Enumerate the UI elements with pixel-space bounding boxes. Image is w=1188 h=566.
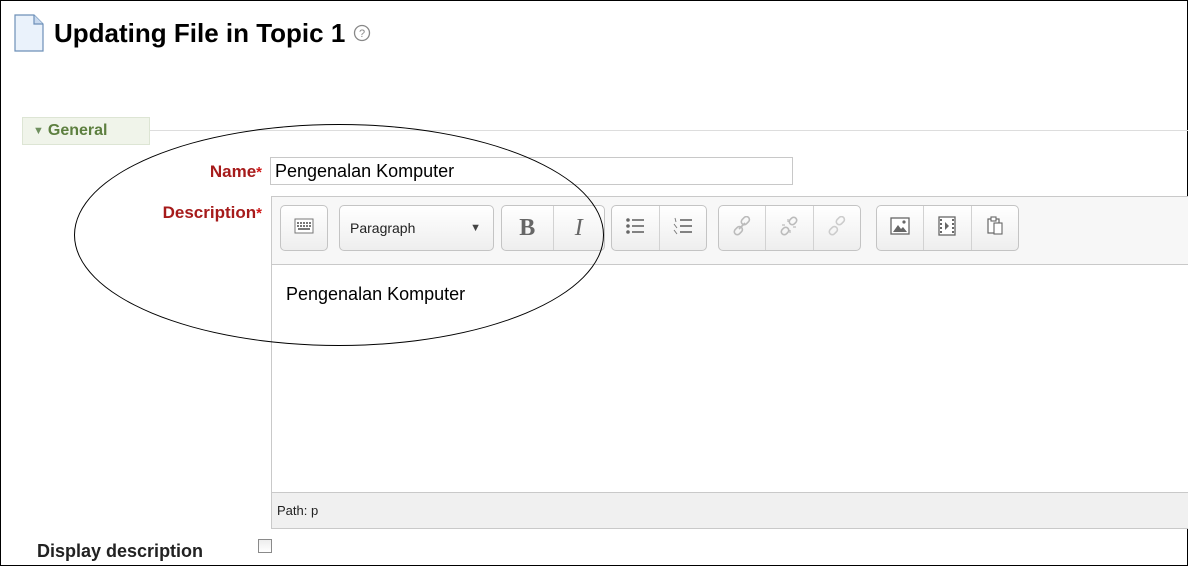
unordered-list-button[interactable] bbox=[612, 206, 659, 250]
ordered-list-button[interactable] bbox=[658, 206, 707, 250]
ordered-list-icon bbox=[673, 217, 693, 240]
editor-content[interactable]: Pengenalan Komputer bbox=[286, 284, 465, 305]
bold-icon: B bbox=[519, 214, 536, 241]
name-input[interactable] bbox=[270, 157, 793, 185]
toolbar-group-toggle bbox=[280, 205, 328, 251]
toggle-toolbar-icon bbox=[294, 218, 314, 239]
section-general-toggle[interactable]: ▼ General bbox=[22, 117, 150, 145]
image-icon bbox=[890, 216, 910, 240]
unlink-button[interactable] bbox=[765, 206, 812, 250]
paragraph-select-value: Paragraph bbox=[350, 220, 416, 236]
unlink-icon bbox=[779, 215, 799, 241]
toolbar-group-insert bbox=[876, 205, 1019, 251]
name-label-text: Name bbox=[209, 162, 257, 181]
paragraph-select-button[interactable]: Paragraph ▼ bbox=[340, 206, 493, 250]
description-label-text: Description bbox=[162, 203, 257, 222]
section-general-label: General bbox=[47, 122, 108, 139]
file-icon bbox=[14, 14, 44, 52]
required-mark: * bbox=[256, 164, 262, 181]
paragraph-format-select[interactable]: Paragraph ▼ bbox=[339, 205, 494, 251]
required-mark: * bbox=[256, 205, 262, 222]
help-icon[interactable]: ? bbox=[353, 24, 371, 42]
display-description-label: Display description bbox=[37, 541, 204, 561]
editor-path-bar: Path: p bbox=[272, 492, 1188, 528]
unordered-list-icon bbox=[625, 217, 645, 240]
toggle-toolbar-button[interactable] bbox=[281, 206, 327, 250]
collapse-triangle-icon: ▼ bbox=[33, 125, 44, 137]
page-header: Updating File in Topic 1 ? bbox=[14, 14, 371, 52]
anchor-icon bbox=[827, 215, 847, 241]
toolbar-group-style: B I bbox=[501, 205, 605, 251]
toolbar-group-lists bbox=[611, 205, 707, 251]
page-title: Updating File in Topic 1 bbox=[54, 17, 346, 48]
paste-button[interactable] bbox=[970, 206, 1018, 250]
toolbar-group-links bbox=[718, 205, 861, 251]
image-button[interactable] bbox=[877, 206, 923, 250]
link-icon bbox=[732, 215, 752, 241]
bold-button[interactable]: B bbox=[502, 206, 553, 250]
link-button[interactable] bbox=[719, 206, 765, 250]
media-icon bbox=[938, 215, 957, 241]
description-editor[interactable]: Paragraph ▼ B I Pengenalan Komputer Path… bbox=[271, 196, 1188, 529]
display-description-checkbox[interactable] bbox=[258, 539, 272, 553]
section-divider bbox=[150, 130, 1188, 131]
chevron-down-icon: ▼ bbox=[470, 222, 481, 234]
svg-text:?: ? bbox=[359, 28, 365, 40]
paste-icon bbox=[986, 215, 1004, 241]
media-button[interactable] bbox=[923, 206, 970, 250]
name-label: Name* bbox=[150, 162, 262, 182]
description-label: Description* bbox=[100, 203, 262, 223]
editor-toolbar: Paragraph ▼ B I bbox=[272, 197, 1188, 265]
italic-button[interactable]: I bbox=[552, 206, 605, 250]
anchor-button[interactable] bbox=[812, 206, 860, 250]
italic-icon: I bbox=[574, 214, 583, 241]
